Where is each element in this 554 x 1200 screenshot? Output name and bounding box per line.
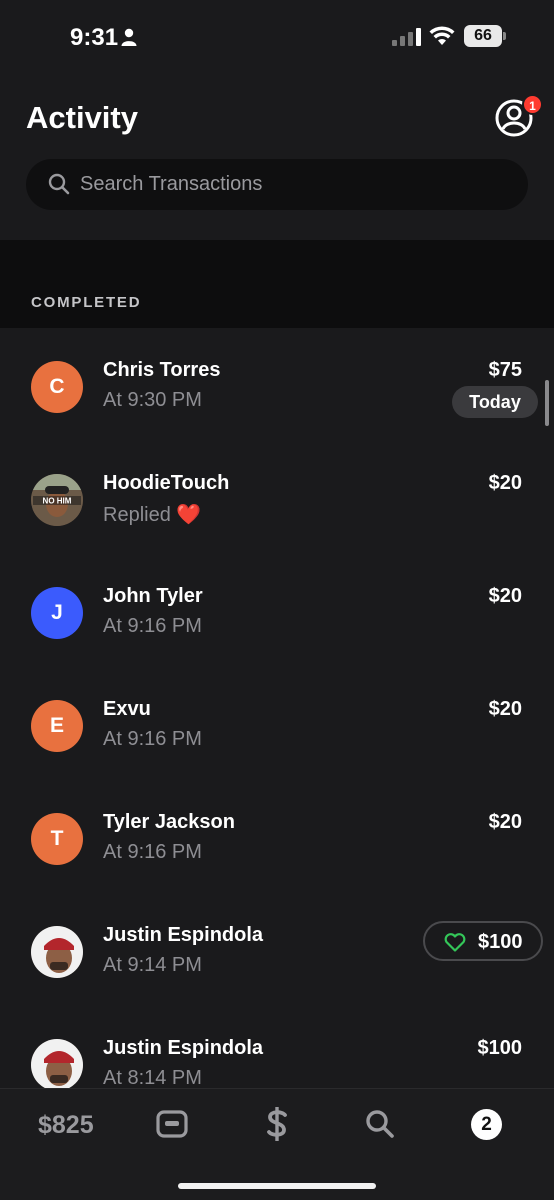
- transaction-reply: Replied ❤️: [103, 504, 202, 526]
- transaction-amount: $20: [488, 698, 522, 720]
- transaction-amount: $20: [488, 585, 522, 607]
- search-input[interactable]: [80, 159, 510, 210]
- avatar-photo: [31, 926, 83, 978]
- tab-balance[interactable]: $825: [38, 1111, 94, 1140]
- avatar: [31, 926, 83, 978]
- heart-icon: [444, 933, 466, 952]
- transaction-amount: $20: [488, 472, 522, 494]
- transaction-amount: $100: [477, 1037, 523, 1059]
- avatar: E: [31, 700, 83, 752]
- transaction-name: HoodieTouch: [103, 472, 230, 494]
- transaction-row[interactable]: Justin Espindola At 9:14 PM $100: [0, 893, 554, 1006]
- liked-amount-pill[interactable]: $100: [423, 921, 543, 961]
- avatar: J: [31, 587, 83, 639]
- search-bar[interactable]: [26, 159, 528, 210]
- transaction-row[interactable]: C Chris Torres At 9:30 PM $75 Today: [0, 328, 554, 441]
- search-icon: [48, 173, 70, 195]
- transaction-row[interactable]: E Exvu At 9:16 PM $20: [0, 667, 554, 780]
- dollar-icon[interactable]: [265, 1105, 289, 1143]
- transaction-name: Justin Espindola: [103, 1037, 264, 1059]
- section-label-completed: COMPLETED: [31, 294, 142, 311]
- transaction-time: At 9:30 PM: [103, 389, 202, 411]
- transaction-row[interactable]: Justin Espindola At 8:14 PM $100: [0, 1006, 554, 1088]
- activity-tab-badge[interactable]: 2: [471, 1109, 502, 1140]
- transaction-row[interactable]: T Tyler Jackson At 9:16 PM $20: [0, 780, 554, 893]
- avatar: [31, 1039, 83, 1088]
- transaction-name: Tyler Jackson: [103, 811, 235, 833]
- transaction-name: Chris Torres: [103, 359, 221, 381]
- transaction-amount: $75: [488, 359, 522, 381]
- page-title: Activity: [26, 100, 138, 135]
- avatar-photo: [31, 1039, 83, 1088]
- status-bar: 9:31 66: [0, 0, 554, 76]
- search-tab-icon[interactable]: [365, 1109, 395, 1139]
- battery-cap: [503, 32, 506, 40]
- home-indicator: [178, 1183, 376, 1189]
- avatar-photo: NO HIM: [31, 474, 83, 526]
- transaction-amount: $20: [488, 811, 522, 833]
- transaction-amount: $100: [478, 931, 523, 953]
- notification-badge: 1: [522, 94, 543, 115]
- transaction-name: Justin Espindola: [103, 924, 264, 946]
- scrollbar[interactable]: [545, 380, 549, 426]
- transaction-time: At 9:14 PM: [103, 954, 202, 976]
- today-badge: Today: [452, 386, 538, 418]
- transaction-time: At 9:16 PM: [103, 728, 202, 750]
- avatar: T: [31, 813, 83, 865]
- status-time: 9:31: [70, 24, 119, 51]
- transaction-name: John Tyler: [103, 585, 203, 607]
- transaction-time: At 9:16 PM: [103, 841, 202, 863]
- transaction-row[interactable]: J John Tyler At 9:16 PM $20: [0, 554, 554, 667]
- transaction-time: At 8:14 PM: [103, 1067, 202, 1088]
- section-divider: [0, 240, 554, 328]
- transaction-time: At 9:16 PM: [103, 615, 202, 637]
- avatar-text: NO HIM: [43, 497, 72, 506]
- avatar: C: [31, 361, 83, 413]
- battery-indicator: 66: [464, 25, 502, 47]
- card-icon[interactable]: [156, 1109, 188, 1139]
- transaction-list[interactable]: C Chris Torres At 9:30 PM $75 Today NO H…: [0, 328, 554, 1088]
- avatar: NO HIM: [31, 474, 83, 526]
- transaction-name: Exvu: [103, 698, 151, 720]
- wifi-icon: [429, 26, 455, 45]
- transaction-row[interactable]: NO HIM HoodieTouch Replied ❤️ $20: [0, 441, 554, 554]
- signal-icon: [392, 28, 422, 46]
- person-icon: [121, 28, 137, 46]
